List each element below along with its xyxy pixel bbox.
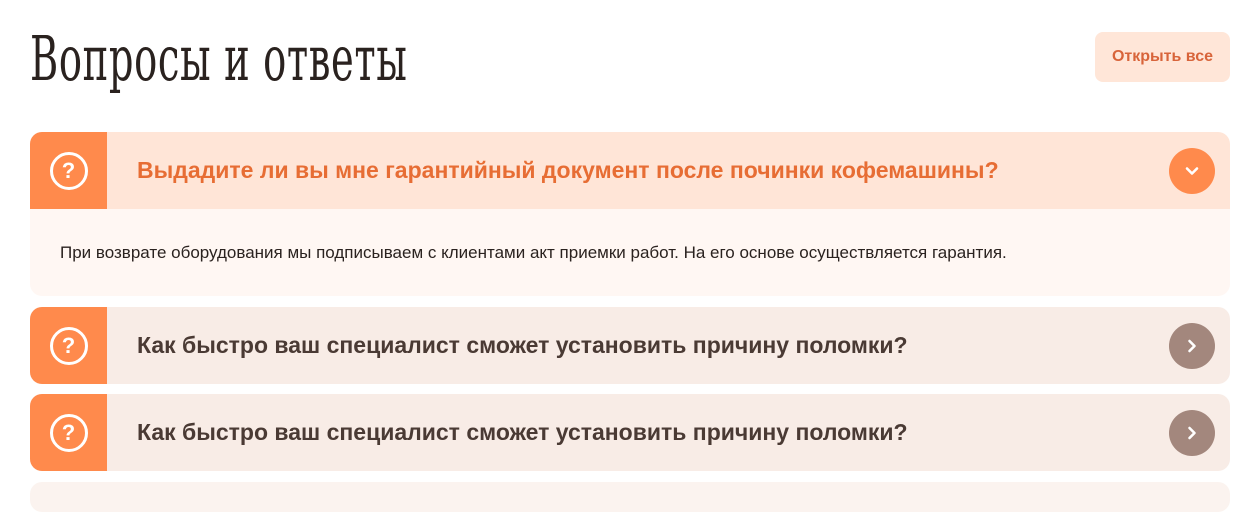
faq-question-text: Выдадите ли вы мне гарантийный документ … <box>137 157 999 183</box>
question-badge: ? <box>30 394 107 471</box>
question-badge: ? <box>30 307 107 384</box>
page-title: Вопросы и ответы <box>30 22 408 95</box>
open-all-button[interactable]: Открыть все <box>1095 32 1230 82</box>
faq-item: ? Как быстро ваш специалист сможет устан… <box>30 394 1230 471</box>
expand-toggle-button[interactable] <box>1169 322 1215 369</box>
question-circle-icon: ? <box>49 413 88 452</box>
faq-question-text: Как быстро ваш специалист сможет установ… <box>137 332 908 358</box>
faq-question-text: Как быстро ваш специалист сможет установ… <box>137 419 908 445</box>
faq-item: ? Как быстро ваш специалист сможет устан… <box>30 307 1230 384</box>
faq-answer-text: При возврате оборудования мы подписываем… <box>30 209 1230 296</box>
expand-toggle-button[interactable] <box>1169 147 1215 194</box>
chevron-right-icon <box>1188 426 1196 439</box>
faq-item: ? Выдадите ли вы мне гарантийный докумен… <box>30 132 1230 296</box>
question-circle-icon: ? <box>49 151 88 190</box>
chevron-right-icon <box>1188 339 1196 352</box>
faq-item-partial <box>30 482 1230 512</box>
faq-question-header[interactable]: ? Выдадите ли вы мне гарантийный докумен… <box>30 132 1230 209</box>
faq-question-header[interactable]: ? Как быстро ваш специалист сможет устан… <box>30 394 1230 471</box>
expand-toggle-button[interactable] <box>1169 409 1215 456</box>
chevron-down-icon <box>1185 166 1199 175</box>
question-circle-icon: ? <box>49 326 88 365</box>
question-badge: ? <box>30 132 107 209</box>
faq-question-header[interactable]: ? Как быстро ваш специалист сможет устан… <box>30 307 1230 384</box>
